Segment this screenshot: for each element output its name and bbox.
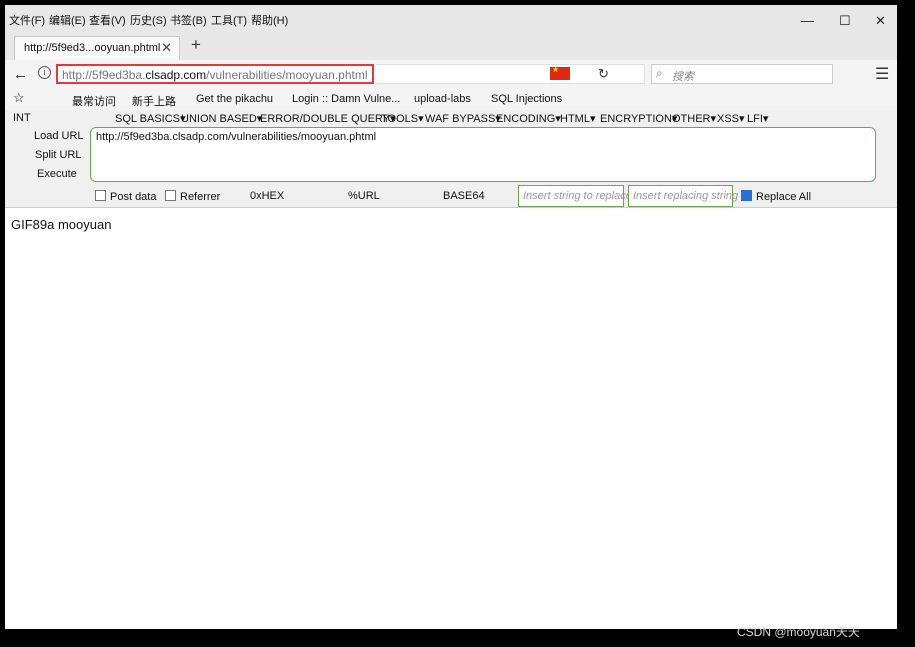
star-icon[interactable]: ☆ [13, 90, 25, 106]
address-bar[interactable]: http://5f9ed3ba.clsadp.com/vulnerabiliti… [56, 64, 374, 84]
replace-placeholder: Insert string to replace [523, 190, 632, 202]
maximize-icon[interactable]: ☐ [839, 13, 851, 29]
hackbar-xss[interactable]: XSS▾ [717, 112, 745, 125]
site-info-icon[interactable]: i [38, 66, 51, 79]
bookmarks-toolbar: ☆ 最常访问 新手上路 Get the pikachu Login :: Dam… [5, 88, 897, 110]
search-box[interactable]: ⌕ 搜索 [651, 64, 833, 84]
menu-bookmarks[interactable]: 书签(B) [170, 12, 207, 28]
hackbar-lfi[interactable]: LFI▾ [747, 112, 768, 125]
hackbar-type-select[interactable]: INT [13, 112, 31, 124]
bookmark-most-visited[interactable]: 最常访问 [72, 93, 116, 109]
menu-file[interactable]: 文件(F) [9, 12, 45, 28]
back-icon[interactable]: ← [13, 66, 28, 83]
minimize-icon[interactable]: — [801, 13, 814, 28]
tab-title: http://5f9ed3...ooyuan.phtml [24, 42, 161, 54]
menu-history[interactable]: 历史(S) [130, 12, 167, 28]
replace-string-input[interactable]: Insert string to replace [518, 185, 632, 207]
reload-icon[interactable]: ↻ [598, 66, 609, 82]
china-flag-icon[interactable] [550, 65, 570, 80]
tab-strip: http://5f9ed3...ooyuan.phtml ✕ + [5, 32, 897, 60]
hackbar-union-based[interactable]: UNION BASED▾ [181, 112, 262, 125]
menu-bar: 文件(F) 编辑(E) 查看(V) 历史(S) 书签(B) 工具(T) 帮助(H… [5, 5, 897, 32]
bookmark-getting-started[interactable]: 新手上路 [132, 93, 176, 109]
menu-icon[interactable]: ☰ [875, 64, 889, 84]
replace-all-label: Replace All [756, 191, 812, 203]
navigation-bar: ← i http://5f9ed3ba.clsadp.com/vulnerabi… [5, 60, 897, 88]
menu-edit[interactable]: 编辑(E) [49, 12, 86, 28]
address-url: http://5f9ed3ba.clsadp.com/vulnerabiliti… [62, 68, 368, 82]
hackbar-panel: INT SQL BASICS▾ UNION BASED▾ ERROR/DOUBL… [5, 110, 897, 208]
replacing-string-input[interactable]: Insert replacing string [628, 185, 738, 207]
replace-all-checkbox[interactable]: Replace All [741, 190, 811, 203]
hackbar-encoding[interactable]: ENCODING▾ [496, 112, 561, 125]
checkbox-icon [165, 190, 176, 201]
load-url-button[interactable]: Load URL [34, 130, 84, 142]
hackbar-url-value: http://5f9ed3ba.clsadp.com/vulnerabiliti… [96, 131, 377, 143]
post-data-checkbox[interactable]: Post data [95, 190, 156, 203]
hackbar-sql-basics[interactable]: SQL BASICS▾ [115, 112, 186, 125]
hackbar-html[interactable]: HTML▾ [560, 112, 595, 125]
post-data-label: Post data [110, 191, 157, 203]
base64-button[interactable]: BASE64 [443, 190, 485, 202]
watermark: CSDN @mooyuan天天 [737, 625, 860, 639]
referrer-checkbox[interactable]: Referrer [165, 190, 220, 203]
hackbar-tools[interactable]: TOOLS▾ [381, 112, 424, 125]
referrer-label: Referrer [180, 191, 221, 203]
replacing-placeholder: Insert replacing string [633, 190, 739, 202]
hackbar-other[interactable]: OTHER▾ [672, 112, 716, 125]
hackbar-error-query[interactable]: ERROR/DOUBLE QUERY▾ [260, 112, 396, 125]
hackbar-waf-bypass[interactable]: WAF BYPASS▾ [425, 112, 501, 125]
menu-view[interactable]: 查看(V) [89, 12, 126, 28]
bookmark-upload-labs[interactable]: upload-labs [414, 93, 471, 105]
split-url-button[interactable]: Split URL [35, 149, 81, 161]
tab-close-icon[interactable]: ✕ [161, 40, 172, 56]
bookmark-sql-injections[interactable]: SQL Injections [491, 93, 562, 105]
hackbar-url-textarea[interactable]: http://5f9ed3ba.clsadp.com/vulnerabiliti… [90, 127, 876, 182]
new-tab-icon[interactable]: + [191, 35, 201, 55]
hackbar-encryption[interactable]: ENCRYPTION▾ [600, 112, 677, 125]
tab-active[interactable]: http://5f9ed3...ooyuan.phtml ✕ [14, 36, 180, 60]
url-path: /vulnerabilities/mooyuan.phtml [206, 68, 368, 82]
close-window-icon[interactable]: ✕ [875, 13, 886, 29]
checkbox-checked-icon [741, 190, 752, 201]
checkbox-icon [95, 190, 106, 201]
hex-button[interactable]: 0xHEX [250, 190, 284, 202]
url-encode-button[interactable]: %URL [348, 190, 380, 202]
menu-help[interactable]: 帮助(H) [251, 12, 288, 28]
menu-tools[interactable]: 工具(T) [211, 12, 247, 28]
url-prefix: http://5f9ed3ba. [62, 68, 146, 82]
url-domain: clsadp.com [145, 68, 207, 82]
bookmark-pikachu[interactable]: Get the pikachu [196, 93, 273, 105]
search-placeholder: 搜索 [672, 71, 694, 83]
page-content: GIF89a mooyuan [11, 217, 112, 232]
search-icon: ⌕ [656, 66, 663, 80]
bookmark-dvwa[interactable]: Login :: Damn Vulne... [292, 93, 400, 105]
execute-button[interactable]: Execute [37, 168, 77, 180]
